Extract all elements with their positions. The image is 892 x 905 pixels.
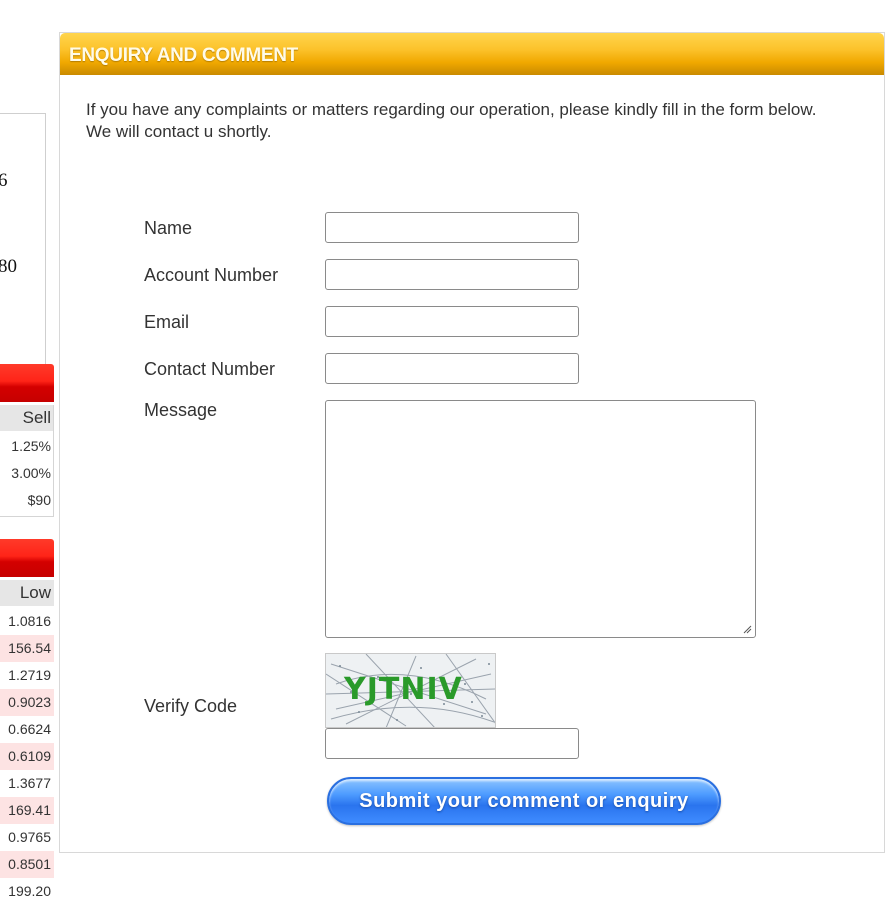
intro-line: We will contact u shortly. xyxy=(86,122,272,141)
captcha-image: YJTNIV xyxy=(325,653,496,728)
rates-table-header-bar xyxy=(0,539,54,577)
intro-text: If you have any complaints or matters re… xyxy=(86,99,876,143)
account-number-label: Account Number xyxy=(144,265,279,285)
quote-value-top: 6 xyxy=(0,170,8,191)
low-row: 199.20 xyxy=(8,883,51,899)
low-row: 156.54 xyxy=(0,635,54,662)
contact-number-field[interactable] xyxy=(325,353,579,384)
low-row: 0.8501 xyxy=(0,851,54,878)
sell-table-border xyxy=(0,405,54,517)
contact-number-label: Contact Number xyxy=(144,359,276,379)
low-row: 1.3677 xyxy=(8,775,51,791)
email-field[interactable] xyxy=(325,306,579,337)
submit-button[interactable]: Submit your comment or enquiry xyxy=(327,777,721,825)
quote-box: 6 80 xyxy=(0,113,46,373)
message-label: Message xyxy=(144,400,218,420)
intro-line: If you have any complaints or matters re… xyxy=(86,100,817,119)
account-number-field[interactable] xyxy=(325,259,579,290)
email-label: Email xyxy=(144,312,190,332)
low-row: 0.9765 xyxy=(8,829,51,845)
captcha-text: YJTNIV xyxy=(344,672,463,707)
verify-code-label: Verify Code xyxy=(144,696,238,716)
low-column-header: Low xyxy=(0,580,54,606)
message-field[interactable] xyxy=(325,400,756,638)
enquiry-panel: ENQUIRY AND COMMENT If you have any comp… xyxy=(59,32,885,853)
low-row: 1.0816 xyxy=(8,613,51,629)
verify-code-field[interactable] xyxy=(325,728,579,759)
low-row: 169.41 xyxy=(0,797,54,824)
quote-value-bottom: 80 xyxy=(0,256,17,277)
fees-table-header-bar xyxy=(0,364,54,402)
name-field[interactable] xyxy=(325,212,579,243)
low-row: 0.6109 xyxy=(0,743,54,770)
low-row: 0.6624 xyxy=(8,721,51,737)
low-row: 0.9023 xyxy=(0,689,54,716)
low-row: 1.2719 xyxy=(8,667,51,683)
name-label: Name xyxy=(144,218,193,238)
panel-title: ENQUIRY AND COMMENT xyxy=(69,45,298,66)
panel-header: ENQUIRY AND COMMENT xyxy=(60,33,884,75)
resize-grip-icon[interactable] xyxy=(742,624,752,634)
